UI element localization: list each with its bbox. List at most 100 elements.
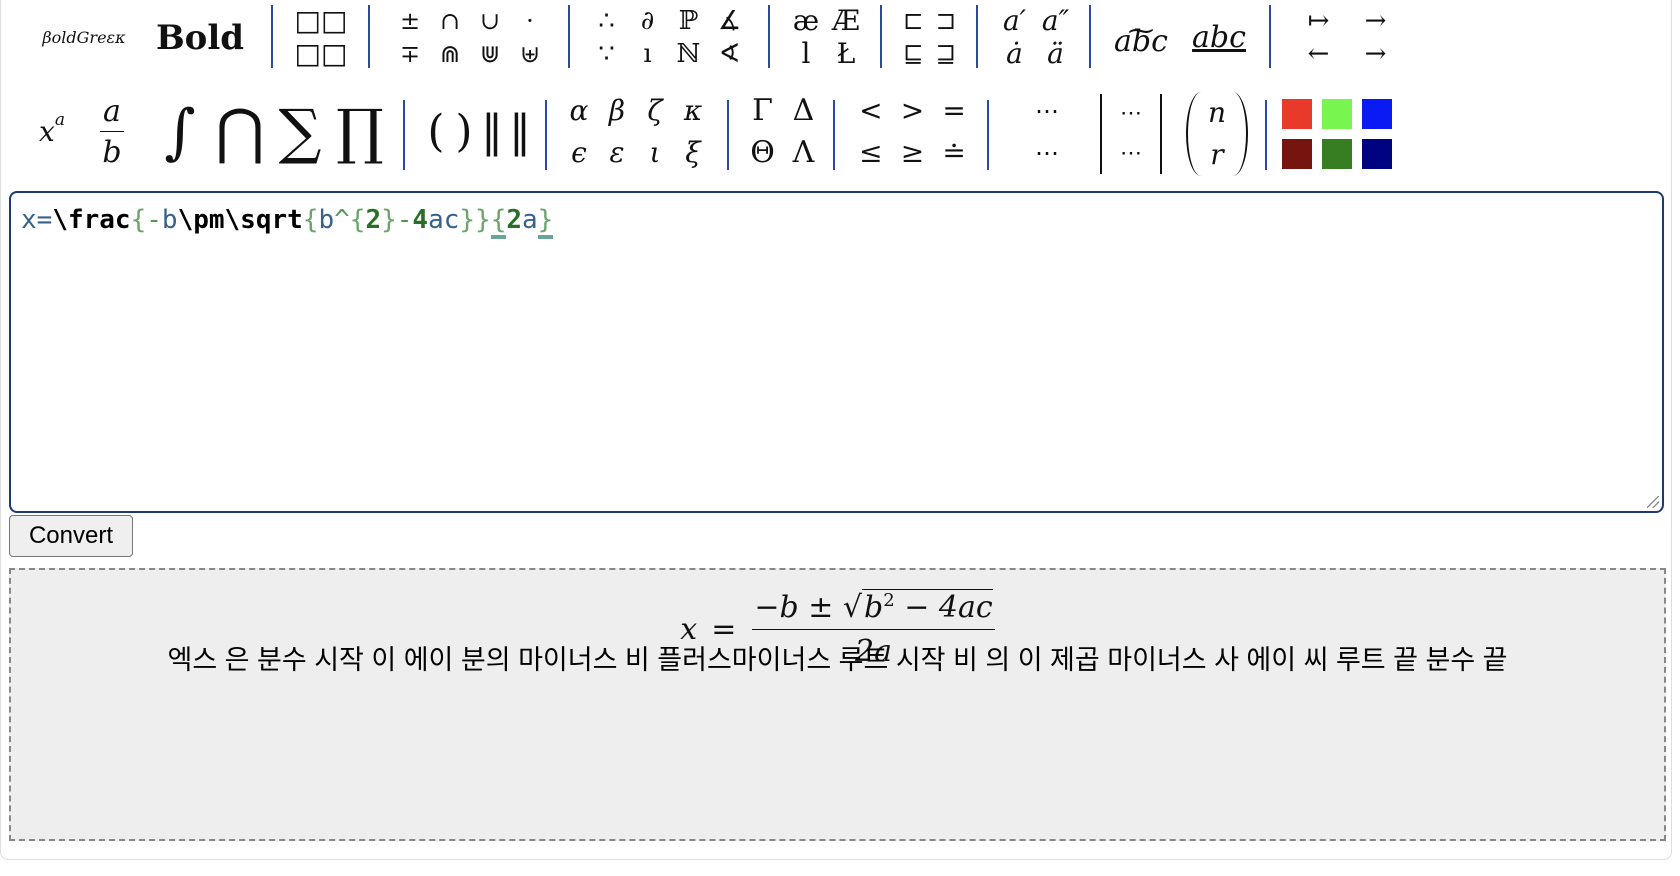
tilde-icon: ⁓ [1128,16,1154,46]
symbol-button[interactable]: ∂ [627,3,668,39]
letter-button[interactable]: Æ [826,3,866,39]
operator-button[interactable]: · [510,3,550,39]
numerator-prefix: −b ± [754,590,834,625]
relation-button[interactable]: ≐ [933,135,975,171]
dots-button[interactable]: ⋯ [1022,135,1072,171]
accent-button[interactable]: ȧ [994,36,1035,72]
accent-button[interactable]: a′ [994,3,1035,39]
formula-numerator: −b ± √b2 − 4ac [752,589,995,630]
relation-button[interactable]: < [850,93,892,129]
widetilde-button[interactable]: abc ⁓ [1108,18,1174,60]
operator-button[interactable]: ± [390,3,430,39]
greek-lower-button[interactable]: α [560,93,598,129]
speech-text: 엑스 은 분수 시작 이 에이 분의 마이너스 비 플러스마이너스 루트 시작 … [167,645,1508,675]
dots-button[interactable]: ⋯ [1022,93,1072,129]
color-swatch[interactable] [1282,139,1312,169]
operator-button[interactable]: ∪ [470,3,510,39]
accent-button[interactable]: ä [1035,36,1076,72]
matrix-row: ⋯ [1120,141,1142,166]
operator-button[interactable]: ∓ [390,36,430,72]
big-operator-button[interactable]: ⋂ [210,102,270,162]
arrow-button[interactable]: → [1347,3,1404,39]
fraction-num: a [100,96,124,132]
greek-lower-button[interactable]: κ [674,93,712,129]
color-swatch[interactable] [1322,139,1352,169]
big-operator-button[interactable]: ∫ [150,102,210,162]
latex-token: } [381,205,397,235]
toolbar-separator [568,5,570,68]
color-swatch[interactable] [1282,99,1312,129]
relation-button[interactable]: > [892,93,934,129]
latex-code: x=\frac{-b\pm\sqrt{b^{2}-4ac}}{2a} [21,205,554,239]
resize-handle-icon[interactable] [1647,496,1659,508]
subset-button[interactable]: ⊑ [897,36,930,72]
symbol-button[interactable]: ∡ [709,3,750,39]
symbol-button[interactable]: ı [627,36,668,72]
latex-input[interactable]: x=\frac{-b\pm\sqrt{b^{2}-4ac}}{2a} [9,191,1664,513]
toolbar-separator [1089,5,1091,68]
latex-token: { [302,205,319,235]
letter-button[interactable]: æ [786,3,826,39]
greek-upper-button[interactable]: Γ [742,93,783,129]
convert-button[interactable]: Convert [9,515,133,557]
symbol-button[interactable]: ∢ [709,36,750,72]
greek-lower-button[interactable]: ζ [636,93,674,129]
greek-upper-button[interactable]: Λ [783,135,824,171]
bold-button[interactable]: Bold [155,18,245,58]
latex-token: 4 [412,205,429,235]
operator-button[interactable]: ⋓ [470,36,510,72]
subset-button[interactable]: ⊏ [897,3,930,39]
subset-button[interactable]: ⊒ [930,36,963,72]
arrow-button[interactable]: ← [1290,36,1347,72]
color-swatch[interactable] [1362,99,1392,129]
color-swatch[interactable] [1322,99,1352,129]
letter-button[interactable]: Ł [826,36,866,72]
superscript-button[interactable]: xa [30,111,74,152]
symbol-toolbar: □□ □□ ± ∩ ∪ · ∓ ⋒ ⋓ ⊎ ∴ ∂ ℙ ∡ ∵ ı ℕ ∢ æ Æl Ł ⊏ ⊐ ⊑ ⊒ a′ a″ ȧ ä ↦ → ← → α β… [0,0,1680,188]
letter-button[interactable]: l [786,36,826,72]
toolbar-separator [727,100,729,170]
delimiter-button[interactable]: ‖ [506,110,534,154]
latex-token: } [537,205,554,239]
toolbar-separator [768,5,770,68]
delimiter-button[interactable]: ‖ [478,110,506,154]
greek-lower-button[interactable]: ι [636,135,674,171]
delimiter-button[interactable]: ) [450,110,478,154]
accent-button[interactable]: a″ [1035,3,1076,39]
arrow-button[interactable]: → [1347,36,1404,72]
latex-token: { [490,205,507,239]
symbol-button[interactable]: ∴ [586,3,627,39]
operator-button[interactable]: ⊎ [510,36,550,72]
symbol-button[interactable]: ∵ [586,36,627,72]
arrow-button[interactable]: ↦ [1290,3,1347,39]
box-layout-button[interactable]: □□ [290,36,352,72]
operator-button[interactable]: ∩ [430,3,470,39]
box-layout-button[interactable]: □□ [290,3,352,39]
matrix-button[interactable]: ⋯ ⋯ [1100,94,1162,174]
relation-button[interactable]: ≤ [850,135,892,171]
big-operator-button[interactable]: ∑ [270,102,330,162]
greek-upper-button[interactable]: Δ [783,93,824,129]
color-swatch[interactable] [1362,139,1392,169]
relation-button[interactable]: ≥ [892,135,934,171]
relation-button[interactable]: = [933,93,975,129]
symbol-button[interactable]: ℕ [668,36,709,72]
greek-lower-button[interactable]: ξ [674,135,712,171]
delimiter-button[interactable]: ( [422,110,450,154]
big-operator-button[interactable]: ∏ [330,102,390,162]
sqrt-base: b [864,590,884,625]
symbol-button[interactable]: ℙ [668,3,709,39]
greek-lower-button[interactable]: β [598,93,636,129]
toolbar-separator [403,100,405,170]
underline-button[interactable]: abc [1186,20,1252,56]
greek-upper-button[interactable]: Θ [742,135,783,171]
bold-greek-button[interactable]: βoldGreεκ [22,22,146,54]
greek-lower-button[interactable]: ϵ [560,135,598,171]
radical-sign: √ [842,590,863,625]
greek-lower-button[interactable]: ε [598,135,636,171]
operator-button[interactable]: ⋒ [430,36,470,72]
fraction-button[interactable]: ab [96,92,128,172]
subset-button[interactable]: ⊐ [930,3,963,39]
binomial-button[interactable]: nr [1186,92,1248,176]
latex-token: b [161,205,178,235]
